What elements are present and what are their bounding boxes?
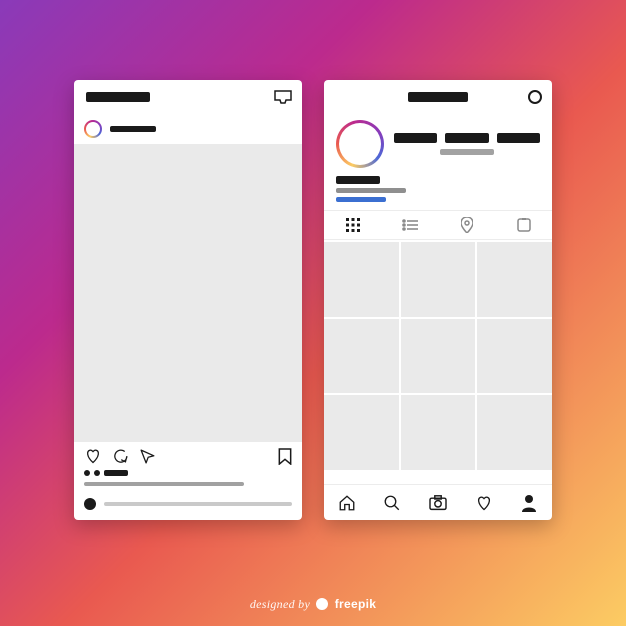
add-comment-row[interactable] (74, 490, 302, 520)
bio-description (336, 188, 406, 193)
inbox-icon[interactable] (274, 90, 292, 104)
bio-name (336, 176, 380, 184)
feed-header (74, 80, 302, 114)
tab-tagged-location[interactable] (438, 211, 495, 239)
grid-tile[interactable] (477, 242, 552, 317)
app-logo (86, 92, 150, 102)
self-avatar (84, 498, 96, 510)
tab-tagged-in[interactable] (495, 211, 552, 239)
caption-row (74, 480, 302, 490)
profile-handle (408, 92, 468, 102)
likes-count[interactable] (104, 470, 128, 476)
stat-posts[interactable] (394, 133, 437, 143)
nav-home[interactable] (324, 485, 370, 520)
tab-grid[interactable] (324, 211, 381, 239)
grid-tile[interactable] (477, 395, 552, 470)
post-caption (84, 482, 244, 486)
profile-tabs (324, 210, 552, 240)
nav-activity[interactable] (461, 485, 507, 520)
attribution: designed by freepik (0, 597, 626, 612)
nav-search[interactable] (370, 485, 416, 520)
freepik-logo-icon (316, 598, 328, 610)
profile-top (324, 114, 552, 176)
liker-avatar (94, 470, 100, 476)
nav-camera[interactable] (415, 485, 461, 520)
post-image[interactable] (74, 144, 302, 442)
history-icon[interactable] (528, 90, 542, 104)
profile-grid (324, 240, 552, 470)
grid-tile[interactable] (401, 395, 476, 470)
feed-screen (74, 80, 302, 520)
grid-tile[interactable] (324, 242, 399, 317)
like-button[interactable] (84, 448, 102, 464)
likes-row (74, 470, 302, 480)
comment-button[interactable] (112, 448, 129, 465)
grid-tile[interactable] (401, 242, 476, 317)
post-header (74, 114, 302, 144)
liker-avatar (84, 470, 90, 476)
bottom-nav (324, 484, 552, 520)
follow-button[interactable] (440, 149, 494, 155)
grid-tile[interactable] (324, 395, 399, 470)
profile-header (324, 80, 552, 114)
grid-tile[interactable] (324, 319, 399, 394)
stat-followers[interactable] (445, 133, 488, 143)
save-button[interactable] (278, 448, 292, 465)
post-actions (74, 442, 302, 470)
profile-stats (394, 133, 540, 143)
bio-link[interactable] (336, 197, 386, 202)
nav-profile[interactable] (506, 485, 552, 520)
credit-prefix: designed by (250, 597, 310, 611)
share-button[interactable] (139, 448, 156, 465)
post-author[interactable] (110, 126, 156, 132)
tab-list[interactable] (381, 211, 438, 239)
grid-tile[interactable] (477, 319, 552, 394)
profile-avatar-ring[interactable] (336, 120, 384, 168)
grid-tile[interactable] (401, 319, 476, 394)
stat-following[interactable] (497, 133, 540, 143)
credit-brand: freepik (335, 597, 376, 611)
add-comment-input[interactable] (104, 502, 292, 506)
author-story-ring[interactable] (84, 120, 102, 138)
profile-bio (324, 176, 552, 210)
profile-screen (324, 80, 552, 520)
